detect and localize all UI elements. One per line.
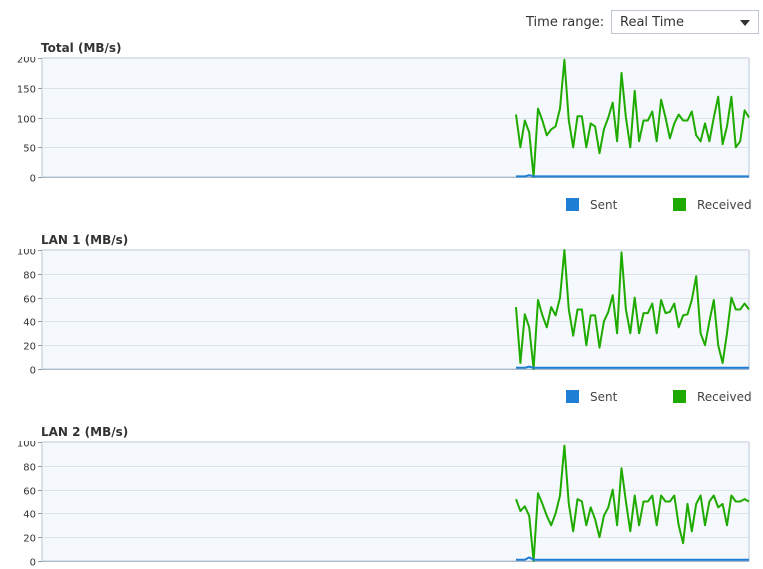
chart-title: Total (MB/s) [41,41,122,55]
chart-lan1-plot: 0 20 40 60 80 100 [17,249,750,377]
legend-sent-label: Sent [590,390,618,404]
legend-received-swatch[interactable] [673,198,686,211]
chart-lan1: LAN 1 (MB/s) 0 20 40 60 80 100 Sent Received [0,233,763,408]
plot-area [41,57,750,178]
y-tick-label: 20 [23,342,36,353]
legend-received-label: Received [697,198,752,212]
legend-received-label: Received [697,390,752,404]
chart-total: Total (MB/s) 0 50 100 150 200 Sent Received [0,41,763,216]
time-range-label: Time range: [526,15,605,30]
time-range-value: Real Time [620,15,684,30]
y-tick-label: 150 [17,85,36,96]
y-tick-label: 100 [17,249,36,258]
y-tick-label: 100 [17,441,36,450]
chart-legend: Sent Received [0,390,763,410]
time-range-select[interactable]: Real Time [611,10,759,34]
y-tick-label: 50 [23,144,36,155]
legend-sent-swatch[interactable] [566,198,579,211]
chart-lan2: LAN 2 (MB/s) 0 20 40 60 80 100 [0,425,763,569]
y-tick-label: 0 [30,174,36,185]
chart-title: LAN 1 (MB/s) [41,233,129,247]
y-tick-label: 0 [30,558,36,569]
y-tick-label: 0 [30,366,36,377]
y-tick-label: 40 [23,510,36,521]
y-tick-label: 80 [23,271,36,282]
plot-area [41,249,750,370]
legend-sent-label: Sent [590,198,618,212]
y-tick-label: 20 [23,534,36,545]
y-tick-label: 60 [23,487,36,498]
chart-lan2-plot: 0 20 40 60 80 100 [17,441,750,569]
y-tick-label: 100 [17,115,36,126]
y-tick-label: 80 [23,463,36,474]
chart-total-plot: 0 50 100 150 200 [17,57,750,185]
y-tick-label: 200 [17,57,36,66]
legend-sent-swatch[interactable] [566,390,579,403]
legend-received-swatch[interactable] [673,390,686,403]
chevron-down-icon[interactable] [740,20,750,26]
chart-legend: Sent Received [0,198,763,218]
y-tick-label: 40 [23,318,36,329]
y-tick-label: 60 [23,295,36,306]
toolbar: Time range: Real Time [0,0,763,38]
chart-title: LAN 2 (MB/s) [41,425,129,439]
